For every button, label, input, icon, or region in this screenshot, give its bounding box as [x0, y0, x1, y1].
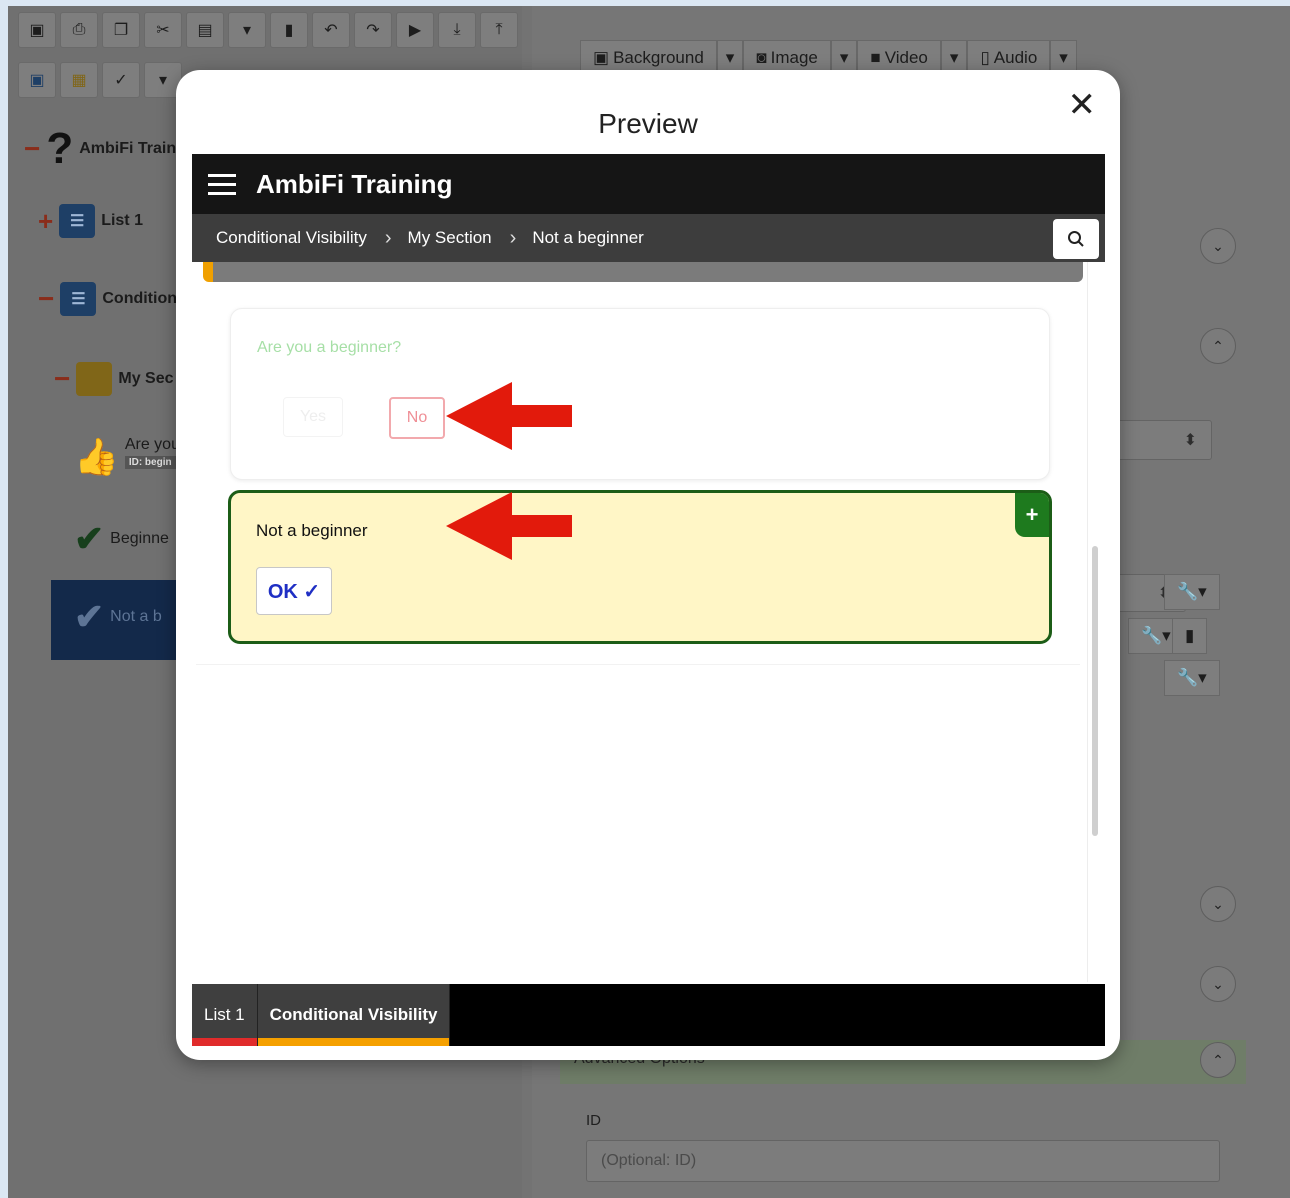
redo-icon[interactable]: ↷ [354, 12, 392, 48]
tree-item-question[interactable]: 👍 Are you ID: begin [74, 436, 180, 478]
tree-item-label: List 1 [101, 212, 143, 229]
play-icon[interactable]: ▶ [396, 12, 434, 48]
ok-button[interactable]: OK ✓ [256, 567, 332, 615]
background-label: Background [613, 48, 704, 67]
question-card: Are you a beginner? Yes No [230, 308, 1050, 480]
checkmark-icon: ✔ [74, 518, 105, 559]
scrollbar[interactable] [1092, 546, 1098, 836]
no-button[interactable]: No [389, 397, 445, 439]
expand-icon[interactable]: + [38, 206, 53, 237]
image-icon: ▣ [593, 48, 610, 67]
file-icon: ▯ [980, 48, 990, 67]
secondary-toolbar: ▣ ▦ ✓ ▾ [18, 62, 182, 98]
id-placeholder: (Optional: ID) [601, 1152, 697, 1169]
tab-label: List 1 [204, 1005, 245, 1024]
section-icon [76, 362, 113, 396]
checkmark-icon: ✔ [74, 596, 105, 637]
copy-icon[interactable]: ❐ [102, 12, 140, 48]
collapse-icon[interactable]: − [24, 133, 40, 165]
breadcrumb: Conditional Visibility › My Section › No… [192, 214, 1105, 262]
chevron-up-icon[interactable]: ⌃ [1200, 328, 1236, 364]
trash-icon[interactable]: ▮ [1172, 618, 1208, 654]
paste-dropdown-icon[interactable]: ▾ [228, 12, 266, 48]
question-text: Are you a beginner? [257, 339, 402, 356]
cut-icon[interactable]: ✂ [144, 12, 182, 48]
thumbs-up-icon: 👍 [74, 436, 119, 477]
image-label: Image [770, 48, 818, 67]
tree-item-selected[interactable]: ✔ Not a b [51, 580, 191, 660]
tree-item-not-beginner[interactable]: ✔ Not a b [74, 596, 162, 638]
tree-item-label: My Sec [118, 370, 174, 387]
question-mark-icon: ? [46, 124, 74, 173]
tree-item-label: Beginne [110, 530, 169, 547]
search-icon[interactable] [1053, 219, 1099, 259]
id-input[interactable]: (Optional: ID) [586, 1140, 1220, 1182]
tree-item-list1[interactable]: + ☰ List 1 [38, 204, 143, 238]
modal-title: Preview [598, 108, 698, 139]
check-add-icon[interactable]: ✓ [102, 62, 140, 98]
collapse-icon[interactable]: − [54, 363, 70, 395]
tree-root[interactable]: − ? AmbiFi Train [24, 124, 176, 174]
chevron-down-icon[interactable]: ⌄ [1200, 966, 1236, 1002]
chevron-up-icon[interactable]: ⌃ [1200, 1042, 1236, 1078]
tab-label: Conditional Visibility [269, 1005, 438, 1024]
list-icon: ☰ [60, 282, 97, 316]
chevron-right-icon: › [384, 226, 392, 249]
bottom-tab-bar: List 1 Conditional Visibility [192, 984, 1105, 1046]
paste-icon[interactable]: ▤ [186, 12, 224, 48]
section-header-strip [203, 262, 1083, 282]
preview-frame: AmbiFi Training Conditional Visibility ›… [192, 154, 1105, 1046]
chevron-down-icon[interactable]: ⌄ [1200, 886, 1236, 922]
wrench-icon[interactable]: 🔧▾ [1164, 574, 1220, 610]
tree-root-label: AmbiFi Train [79, 140, 177, 157]
id-label: ID [586, 1112, 601, 1129]
tree-item-label: Are you [124, 436, 180, 453]
breadcrumb-item[interactable]: Conditional Visibility [216, 228, 367, 248]
close-icon[interactable]: ✕ [1068, 88, 1097, 122]
divider [196, 664, 1080, 665]
red-arrow-icon [446, 492, 572, 560]
tab-list-1[interactable]: List 1 [192, 984, 258, 1046]
chevron-down-icon[interactable]: ⌄ [1200, 228, 1236, 264]
breadcrumb-item[interactable]: Not a beginner [532, 228, 644, 248]
print-icon[interactable]: ⎙ [60, 12, 98, 48]
tree-item-id-badge: ID: begin [124, 456, 180, 469]
plus-icon[interactable]: + [1015, 493, 1049, 537]
video-icon: ■ [870, 48, 881, 67]
yes-button[interactable]: Yes [283, 397, 343, 437]
red-arrow-icon [446, 382, 572, 450]
chevron-right-icon: › [509, 226, 517, 249]
tree-item-section[interactable]: − My Sec [54, 362, 174, 396]
delete-icon[interactable]: ▮ [270, 12, 308, 48]
tree-item-label: Not a b [110, 608, 162, 625]
tab-conditional-visibility[interactable]: Conditional Visibility [257, 984, 451, 1046]
audio-label: Audio [993, 48, 1038, 67]
video-label: Video [884, 48, 928, 67]
app-bar: AmbiFi Training [192, 154, 1105, 214]
main-toolbar: ▣ ⎙ ❐ ✂ ▤ ▾ ▮ ↶ ↷ ▶ ⤓ ⤒ [18, 12, 518, 48]
breadcrumb-item[interactable]: My Section [408, 228, 492, 248]
download-icon[interactable]: ⤓ [438, 12, 476, 48]
tab-color-bar [257, 1038, 450, 1046]
camera-icon: ◙ [756, 48, 767, 67]
scroll-track [1087, 262, 1088, 982]
app-title: AmbiFi Training [256, 168, 453, 199]
not-beginner-card: Not a beginner OK ✓ + [228, 490, 1052, 644]
tab-color-bar [192, 1038, 257, 1046]
upload-icon[interactable]: ⤒ [480, 12, 518, 48]
result-title: Not a beginner [256, 521, 368, 540]
preview-modal: Preview ✕ AmbiFi Training Conditional Vi… [176, 70, 1120, 1060]
tree-item-condition[interactable]: − ☰ Condition [38, 282, 177, 316]
hamburger-menu-icon[interactable] [208, 173, 236, 195]
list-icon: ☰ [59, 204, 96, 238]
section-add-icon[interactable]: ▦ [60, 62, 98, 98]
collapse-icon[interactable]: − [38, 283, 54, 315]
list-add-icon[interactable]: ▣ [18, 62, 56, 98]
undo-icon[interactable]: ↶ [312, 12, 350, 48]
wrench-icon[interactable]: 🔧▾ [1164, 660, 1220, 696]
save-icon[interactable]: ▣ [18, 12, 56, 48]
tree-item-beginner[interactable]: ✔ Beginne [74, 518, 169, 560]
tree-item-label: Condition [102, 290, 177, 307]
